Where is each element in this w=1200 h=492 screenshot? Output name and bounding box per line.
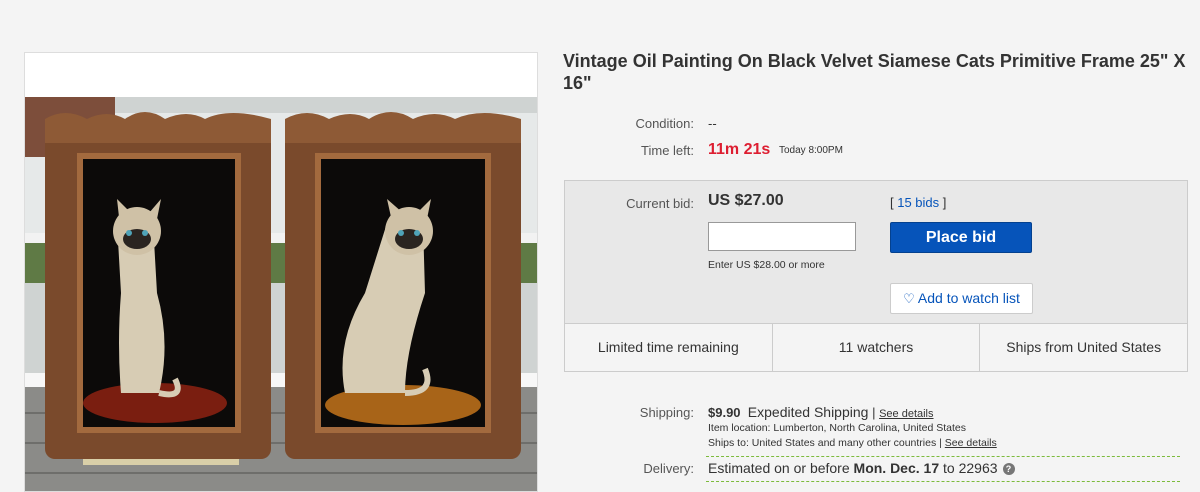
- shipping-summary: $9.90 Expedited Shipping | See details: [708, 404, 934, 420]
- place-bid-button[interactable]: Place bid: [890, 222, 1032, 253]
- current-bid-label: Current bid:: [626, 196, 694, 211]
- item-title: Vintage Oil Painting On Black Velvet Sia…: [563, 51, 1186, 93]
- divider: [706, 456, 1180, 457]
- ships-to: Ships to: United States and many other c…: [708, 437, 997, 449]
- ships-to-separator: |: [939, 437, 942, 449]
- product-image[interactable]: [24, 52, 538, 492]
- shipping-method: Expedited Shipping: [747, 404, 869, 420]
- time-left-end: Today 8:00PM: [779, 145, 843, 156]
- bid-hint: Enter US $28.00 or more: [708, 259, 825, 271]
- shipping-price: $9.90: [708, 405, 741, 420]
- delivery-date: Mon. Dec. 17: [853, 460, 940, 476]
- info-watchers: 11 watchers: [773, 324, 981, 371]
- info-ships-from: Ships from United States: [1006, 339, 1162, 355]
- delivery-zip: 22963: [958, 460, 998, 476]
- watch-label: Add to watch list: [917, 290, 1020, 306]
- delivery-label: Delivery:: [643, 461, 694, 476]
- delivery-text: Estimated on or before: [708, 460, 854, 476]
- add-to-watch-list-button[interactable]: ♡ Add to watch list: [890, 283, 1033, 314]
- condition-value: --: [708, 116, 717, 131]
- delivery-to: to: [939, 460, 959, 476]
- delivery-estimate: Estimated on or before Mon. Dec. 17 to 2…: [708, 460, 1015, 476]
- heart-icon: ♡: [903, 291, 915, 306]
- shipping-separator: |: [872, 405, 876, 420]
- bid-count-close: ]: [939, 195, 947, 210]
- product-photo: [25, 53, 537, 491]
- help-icon[interactable]: ?: [1002, 463, 1015, 475]
- ships-to-text: Ships to: United States and many other c…: [708, 437, 937, 449]
- condition-label: Condition:: [635, 116, 694, 131]
- item-location: Item location: Lumberton, North Carolina…: [708, 422, 966, 434]
- divider: [706, 481, 1180, 482]
- time-left-label: Time left:: [641, 143, 694, 158]
- ships-to-see-details-link[interactable]: See details: [945, 437, 997, 449]
- bid-amount-input[interactable]: [708, 222, 856, 251]
- current-bid-value: US $27.00: [708, 192, 784, 209]
- bid-history-link[interactable]: 15 bids: [897, 195, 939, 210]
- shipping-see-details-link[interactable]: See details: [879, 408, 933, 420]
- info-limited-time: Limited time remaining: [565, 324, 773, 371]
- info-strip: Limited time remaining 11 watchers Ships…: [564, 323, 1188, 372]
- bid-count: [ 15 bids ]: [890, 195, 946, 210]
- time-left-countdown: 11m 21s: [708, 141, 771, 158]
- shipping-label: Shipping:: [639, 405, 694, 420]
